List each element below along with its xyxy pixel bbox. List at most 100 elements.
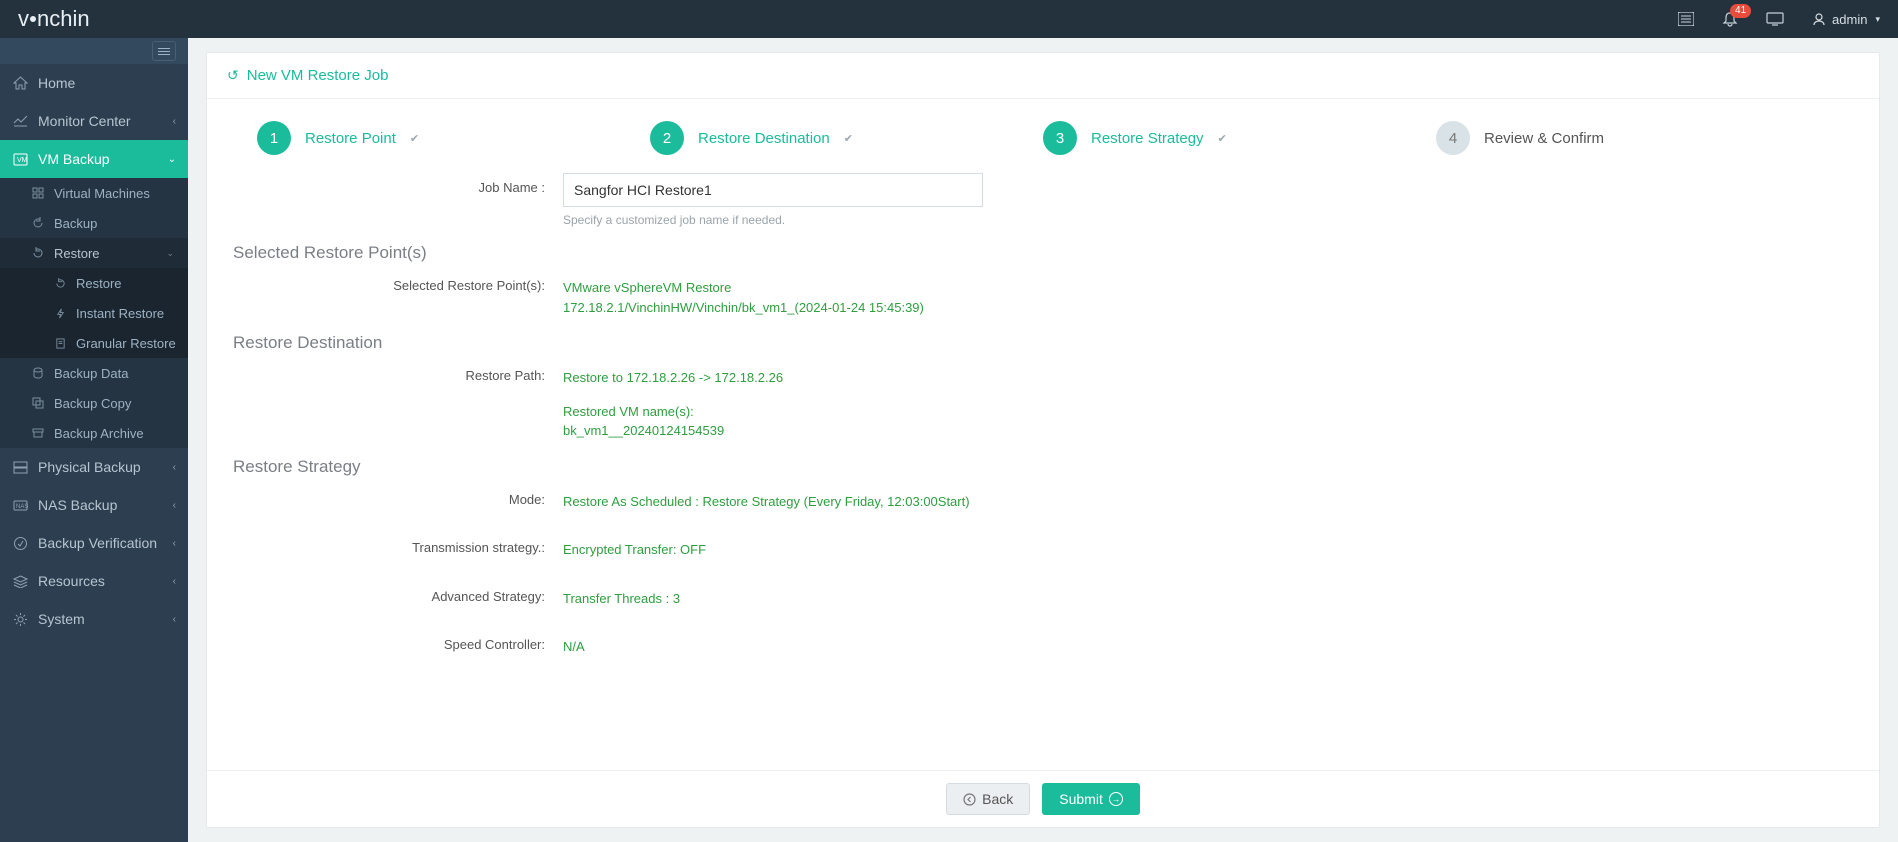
check-icon: ✔ — [410, 132, 419, 145]
gear-icon — [10, 612, 30, 627]
wizard-step-4[interactable]: 4 Review & Confirm — [1436, 121, 1829, 155]
transmission-label: Transmission strategy.: — [233, 533, 563, 555]
arrow-left-icon — [963, 793, 976, 806]
section-strategy-title: Restore Strategy — [233, 457, 1853, 477]
nav-label: Monitor Center — [38, 113, 131, 129]
nav-resources[interactable]: Resources ‹ — [0, 562, 188, 600]
nav-virtual-machines[interactable]: Virtual Machines — [0, 178, 188, 208]
nav-instant-restore[interactable]: Instant Restore — [0, 298, 188, 328]
nav-label: Physical Backup — [38, 459, 141, 475]
nav-label: Resources — [38, 573, 105, 589]
chart-icon — [10, 115, 30, 127]
mode-value: Restore As Scheduled : Restore Strategy … — [563, 485, 1853, 512]
arrow-right-icon: → — [1109, 792, 1123, 806]
sidebar-collapse-button[interactable] — [152, 41, 176, 61]
wizard-step-2[interactable]: 2 Restore Destination ✔ — [650, 121, 1043, 155]
nav-label: Restore — [76, 276, 122, 291]
nav-label: Instant Restore — [76, 306, 164, 321]
back-button[interactable]: Back — [946, 783, 1030, 815]
advanced-label: Advanced Strategy: — [233, 582, 563, 604]
monitor-icon[interactable] — [1766, 12, 1784, 26]
nav-backup-archive[interactable]: Backup Archive — [0, 418, 188, 448]
list-icon[interactable] — [1678, 12, 1694, 26]
sidebar: Home Monitor Center ‹ VM VM Backup ⌄ Vir… — [0, 38, 188, 842]
nav-label: Backup Verification — [38, 535, 157, 551]
mode-label: Mode: — [233, 485, 563, 507]
restore-path-label: Restore Path: — [233, 361, 563, 383]
nav-label: VM Backup — [38, 151, 110, 167]
database-icon — [30, 367, 46, 379]
bolt-icon — [52, 308, 68, 319]
submit-button[interactable]: Submit → — [1042, 783, 1140, 815]
nav-granular-restore[interactable]: Granular Restore — [0, 328, 188, 358]
job-name-input[interactable] — [563, 173, 983, 207]
step-badge: 1 — [257, 121, 291, 155]
wizard-step-1[interactable]: 1 Restore Point ✔ — [257, 121, 650, 155]
refresh-icon — [30, 217, 46, 229]
transmission-value: Encrypted Transfer: OFF — [563, 533, 1853, 560]
wizard-step-3[interactable]: 3 Restore Strategy ✔ — [1043, 121, 1436, 155]
nav-home[interactable]: Home — [0, 64, 188, 102]
chevron-left-icon: ‹ — [173, 538, 176, 549]
home-icon — [10, 76, 30, 90]
section-destination-title: Restore Destination — [233, 333, 1853, 353]
svg-text:VM: VM — [17, 157, 28, 164]
nav-label: Backup Copy — [54, 396, 131, 411]
speed-label: Speed Controller: — [233, 630, 563, 652]
page-title: New VM Restore Job — [247, 67, 389, 84]
speed-value: N/A — [563, 630, 1853, 657]
vm-icon: VM — [10, 153, 30, 166]
verify-icon — [10, 536, 30, 551]
nav-label: Backup — [54, 216, 97, 231]
chevron-left-icon: ‹ — [173, 116, 176, 127]
restore-path-value: Restore to 172.18.2.26 -> 172.18.2.26 Re… — [563, 361, 1853, 441]
wizard-card: ↺ New VM Restore Job 1 Restore Point ✔ 2… — [206, 52, 1880, 828]
topbar: vnchin 41 admin ▾ — [0, 0, 1898, 38]
step-badge: 2 — [650, 121, 684, 155]
nav-nas-backup[interactable]: NAS NAS Backup ‹ — [0, 486, 188, 524]
wizard-footer: Back Submit → — [207, 770, 1879, 827]
chevron-left-icon: ‹ — [173, 500, 176, 511]
user-menu[interactable]: admin ▾ — [1812, 12, 1880, 27]
card-header: ↺ New VM Restore Job — [207, 53, 1879, 99]
form-body: Job Name : Specify a customized job name… — [207, 173, 1879, 770]
user-name: admin — [1832, 12, 1867, 27]
nav-restore[interactable]: Restore ⌄ — [0, 238, 188, 268]
logo: vnchin — [18, 6, 90, 32]
chevron-down-icon: ⌄ — [168, 154, 176, 165]
nav-physical-backup[interactable]: Physical Backup ‹ — [0, 448, 188, 486]
wizard-steps: 1 Restore Point ✔ 2 Restore Destination … — [207, 99, 1879, 173]
nav-label: NAS Backup — [38, 497, 117, 513]
topbar-right: 41 admin ▾ — [1678, 11, 1880, 27]
nav-vm-backup[interactable]: VM VM Backup ⌄ — [0, 140, 188, 178]
nav-label: Virtual Machines — [54, 186, 150, 201]
chevron-down-icon: ▾ — [1875, 14, 1880, 25]
main-content: ↺ New VM Restore Job 1 Restore Point ✔ 2… — [188, 38, 1898, 842]
archive-icon — [30, 427, 46, 439]
chevron-left-icon: ‹ — [173, 576, 176, 587]
nav-backup-verification[interactable]: Backup Verification ‹ — [0, 524, 188, 562]
check-icon: ✔ — [844, 132, 853, 145]
nav-monitor-center[interactable]: Monitor Center ‹ — [0, 102, 188, 140]
nav-label: Home — [38, 75, 75, 91]
server-icon — [10, 461, 30, 474]
step-label: Restore Destination — [698, 130, 830, 147]
nav-backup-data[interactable]: Backup Data — [0, 358, 188, 388]
notification-count: 41 — [1730, 4, 1751, 18]
nav-backup-copy[interactable]: Backup Copy — [0, 388, 188, 418]
section-restore-points-title: Selected Restore Point(s) — [233, 243, 1853, 263]
job-name-hint: Specify a customized job name if needed. — [563, 213, 983, 227]
nav-system[interactable]: System ‹ — [0, 600, 188, 638]
selected-restore-points-label: Selected Restore Point(s): — [233, 271, 563, 293]
step-label: Restore Strategy — [1091, 130, 1204, 147]
nas-icon: NAS — [10, 500, 30, 511]
nav-label: Restore — [54, 246, 100, 261]
step-badge: 3 — [1043, 121, 1077, 155]
nav-label: Backup Data — [54, 366, 128, 381]
nav-label: System — [38, 611, 85, 627]
nav-restore-sub[interactable]: Restore — [0, 268, 188, 298]
notification-bell-icon[interactable]: 41 — [1722, 11, 1738, 27]
svg-text:NAS: NAS — [16, 504, 28, 510]
nav-backup[interactable]: Backup — [0, 208, 188, 238]
check-icon: ✔ — [1218, 132, 1227, 145]
